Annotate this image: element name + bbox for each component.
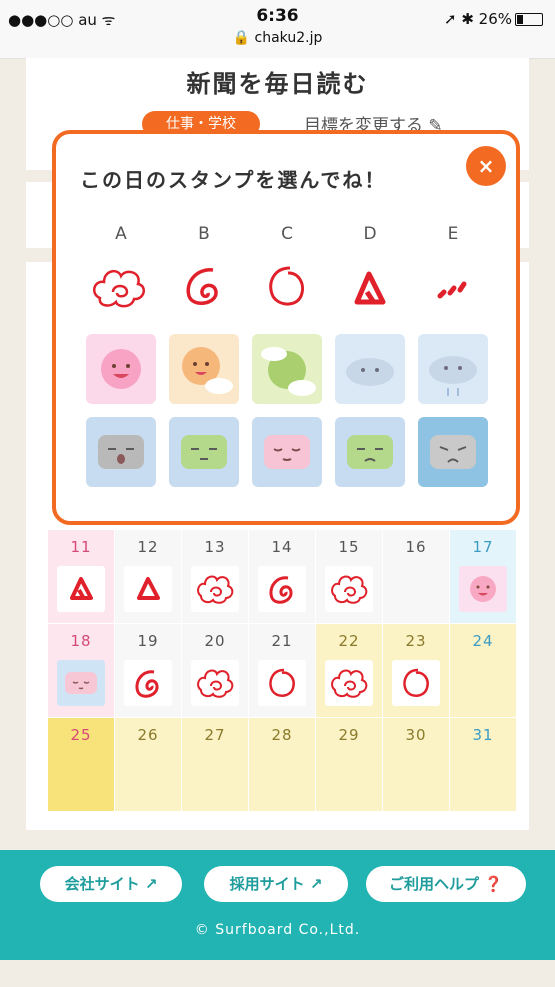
hanamaru-stamp-icon[interactable] bbox=[86, 262, 156, 312]
stamp-picker-modal: この日のスタンプを選んでね！ × A B C D E bbox=[52, 130, 520, 525]
circle-stamp-icon bbox=[392, 660, 440, 706]
spiral-stamp-icon bbox=[124, 660, 172, 706]
battery-percent: ➚ ✱ 26% bbox=[443, 10, 512, 28]
url-bar[interactable]: 🔒 chaku2.jp bbox=[0, 30, 555, 46]
sad-pillow-stamp-icon[interactable] bbox=[418, 417, 488, 487]
cloudy-stamp-icon[interactable] bbox=[335, 334, 405, 404]
hanamaru-stamp-icon bbox=[325, 566, 373, 612]
column-label-a: A bbox=[115, 224, 127, 244]
day-number: 13 bbox=[204, 538, 226, 556]
sun-green-cloud-stamp-icon[interactable] bbox=[252, 334, 322, 404]
column-label-e: E bbox=[447, 224, 459, 244]
battery-icon bbox=[515, 13, 543, 26]
day-number: 25 bbox=[70, 726, 92, 744]
recruit-site-button[interactable]: 採用サイト ↗ bbox=[204, 866, 348, 902]
calendar-day-23[interactable]: 23 bbox=[383, 624, 449, 717]
calendar-day-20[interactable]: 20 bbox=[182, 624, 248, 717]
calendar-day-28[interactable]: 28 bbox=[249, 718, 315, 811]
calendar-day-12[interactable]: 12 bbox=[115, 530, 181, 623]
pink-pillow-stamp-icon[interactable] bbox=[252, 417, 322, 487]
calendar-day-21[interactable]: 21 bbox=[249, 624, 315, 717]
day-number: 14 bbox=[271, 538, 293, 556]
triangle-stamp-icon bbox=[124, 566, 172, 612]
calendar-day-11[interactable]: 11 bbox=[48, 530, 114, 623]
calendar-day-18[interactable]: 18 bbox=[48, 624, 114, 717]
day-number: 19 bbox=[137, 632, 159, 650]
hanamaru-stamp-icon bbox=[191, 660, 239, 706]
day-number: 28 bbox=[271, 726, 293, 744]
sun-with-cloud-stamp-icon[interactable] bbox=[169, 334, 239, 404]
spiral-stamp-icon bbox=[258, 566, 306, 612]
calendar-day-27[interactable]: 27 bbox=[182, 718, 248, 811]
triangle-stamp-icon[interactable] bbox=[335, 262, 405, 312]
calendar-day-17[interactable]: 17 bbox=[450, 530, 516, 623]
sunny-stamp-icon[interactable] bbox=[86, 334, 156, 404]
calendar-day-29[interactable]: 29 bbox=[316, 718, 382, 811]
status-bar: ●●●○○ au ᯤ 6:36 🔒 chaku2.jp ➚ ✱ 26% bbox=[0, 0, 555, 59]
day-number: 31 bbox=[472, 726, 494, 744]
day-number: 29 bbox=[338, 726, 360, 744]
help-button[interactable]: ご利用ヘルプ ❓ bbox=[366, 866, 526, 902]
green-pillow-stamp-icon[interactable] bbox=[169, 417, 239, 487]
calendar-day-24[interactable]: 24 bbox=[450, 624, 516, 717]
day-number: 27 bbox=[204, 726, 226, 744]
sleepy-pillow-stamp-icon[interactable] bbox=[86, 417, 156, 487]
calendar-day-31[interactable]: 31 bbox=[450, 718, 516, 811]
circle-stamp-icon[interactable] bbox=[252, 262, 322, 312]
calendar-day-14[interactable]: 14 bbox=[249, 530, 315, 623]
calendar-day-25[interactable]: 25 bbox=[48, 718, 114, 811]
column-label-b: B bbox=[198, 224, 210, 244]
calendar-day-13[interactable]: 13 bbox=[182, 530, 248, 623]
hanamaru-stamp-icon bbox=[191, 566, 239, 612]
company-site-button[interactable]: 会社サイト ↗ bbox=[40, 866, 182, 902]
site-footer: 会社サイト ↗ 採用サイト ↗ ご利用ヘルプ ❓ © Surfboard Co.… bbox=[0, 850, 555, 960]
triangle-stamp-icon bbox=[57, 566, 105, 612]
calendar-day-19[interactable]: 19 bbox=[115, 624, 181, 717]
column-label-c: C bbox=[281, 224, 293, 244]
day-number: 16 bbox=[405, 538, 427, 556]
dots-stamp-icon[interactable] bbox=[418, 262, 488, 312]
day-number: 15 bbox=[338, 538, 360, 556]
hanamaru-stamp-icon bbox=[325, 660, 373, 706]
day-number: 22 bbox=[338, 632, 360, 650]
circle-stamp-icon bbox=[258, 660, 306, 706]
day-number: 21 bbox=[271, 632, 293, 650]
close-icon[interactable]: × bbox=[466, 146, 506, 186]
day-number: 17 bbox=[472, 538, 494, 556]
day-number: 26 bbox=[137, 726, 159, 744]
day-number: 23 bbox=[405, 632, 427, 650]
day-number: 11 bbox=[70, 538, 92, 556]
goal-title: 新聞を毎日読む bbox=[186, 70, 369, 98]
day-number: 30 bbox=[405, 726, 427, 744]
column-label-d: D bbox=[363, 224, 377, 244]
day-number: 24 bbox=[472, 632, 494, 650]
calendar-day-22[interactable]: 22 bbox=[316, 624, 382, 717]
sweat-pillow-stamp-icon[interactable] bbox=[335, 417, 405, 487]
day-number: 20 bbox=[204, 632, 226, 650]
modal-title: この日のスタンプを選んでね！ bbox=[80, 168, 387, 192]
calendar-day-15[interactable]: 15 bbox=[316, 530, 382, 623]
pink-pillow-stamp-icon bbox=[57, 660, 105, 706]
calendar-day-30[interactable]: 30 bbox=[383, 718, 449, 811]
sunny-stamp-icon bbox=[459, 566, 507, 612]
status-right: ➚ ✱ 26% bbox=[444, 10, 543, 28]
rainy-cloud-stamp-icon[interactable] bbox=[418, 334, 488, 404]
calendar-day-16[interactable]: 16 bbox=[383, 530, 449, 623]
calendar-day-26[interactable]: 26 bbox=[115, 718, 181, 811]
day-number: 12 bbox=[137, 538, 159, 556]
copyright: © Surfboard Co.,Ltd. bbox=[194, 922, 361, 938]
day-number: 18 bbox=[70, 632, 92, 650]
spiral-stamp-icon[interactable] bbox=[169, 262, 239, 312]
